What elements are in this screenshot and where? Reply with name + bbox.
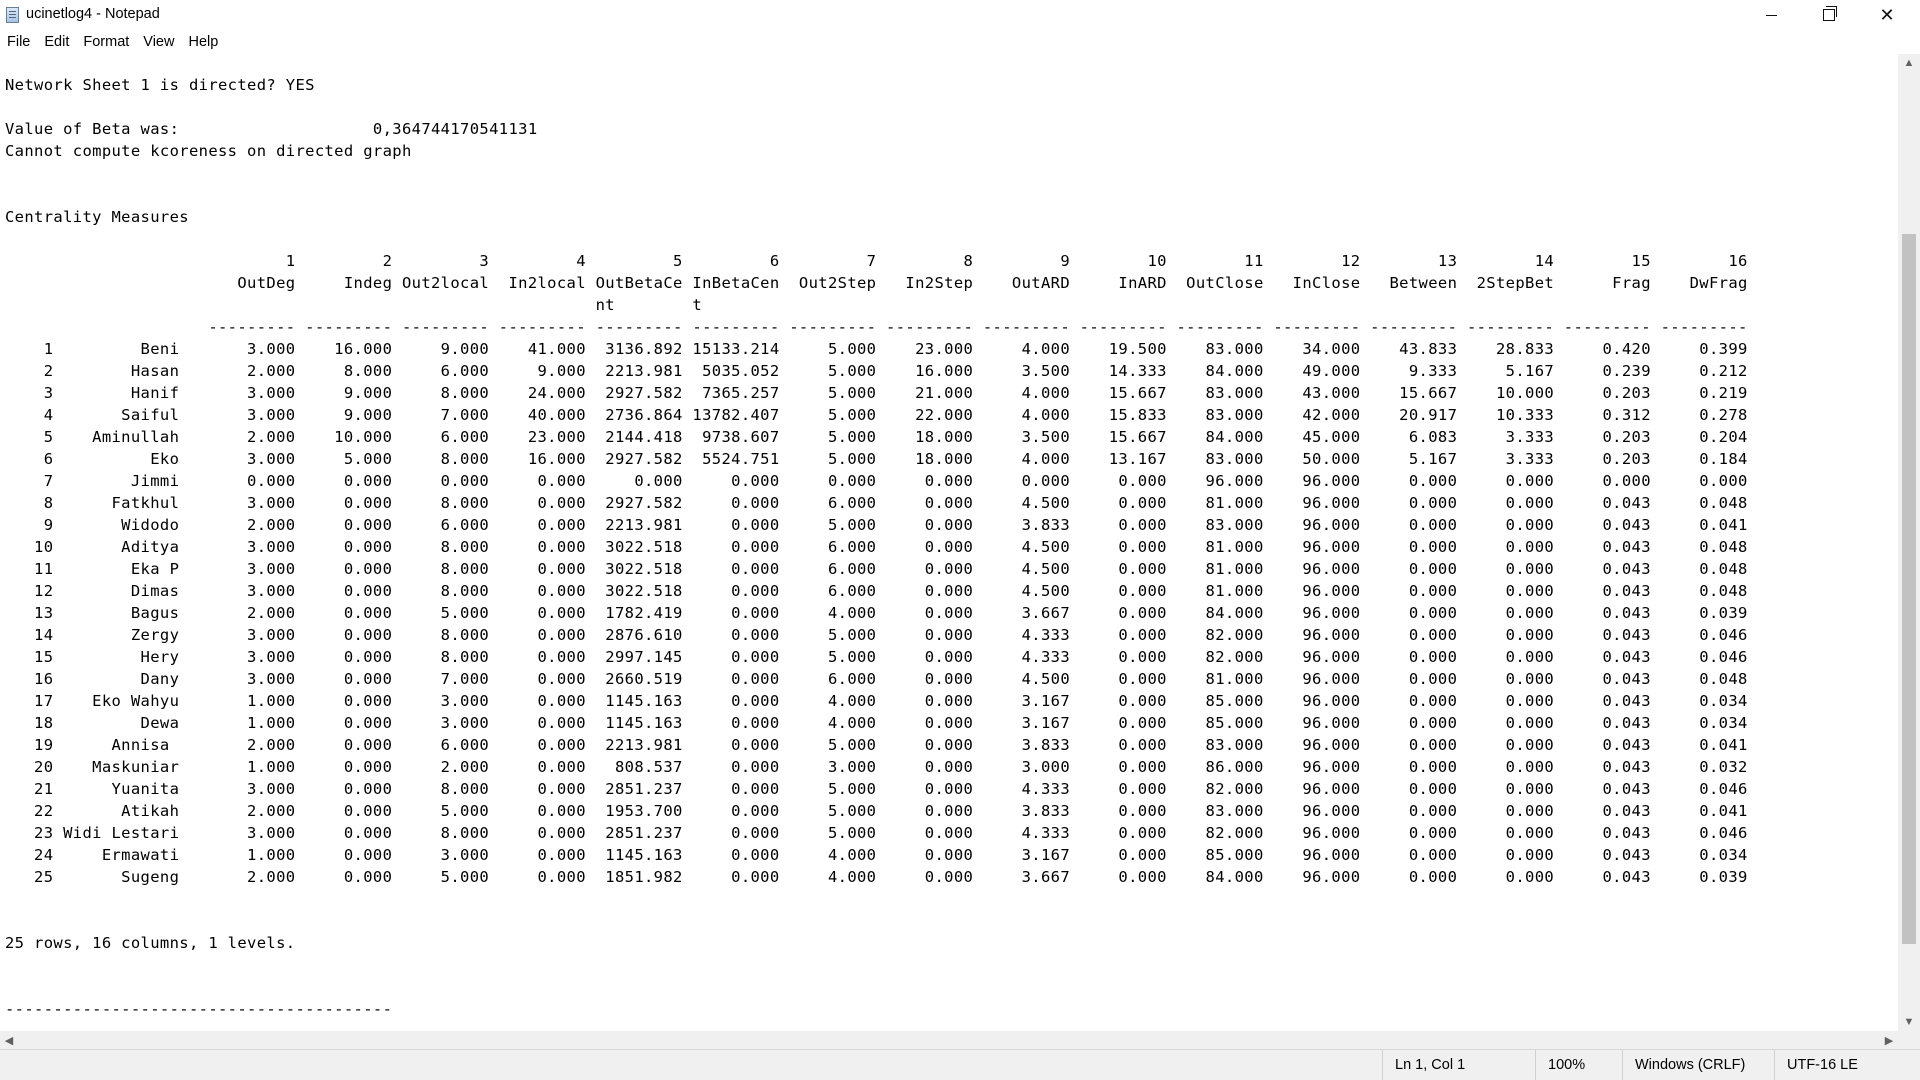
vertical-scrollbar[interactable]: ▲ ▼ bbox=[1898, 54, 1920, 1031]
cursor-position: Ln 1, Col 1 bbox=[1382, 1050, 1535, 1080]
close-button[interactable]: ✕ bbox=[1858, 0, 1916, 30]
menu-help[interactable]: Help bbox=[181, 30, 225, 54]
vertical-scroll-thumb[interactable] bbox=[1902, 234, 1916, 944]
title-bar: ucinetlog4 - Notepad ✕ bbox=[0, 0, 1920, 30]
maximize-button[interactable] bbox=[1800, 0, 1858, 30]
minimize-button[interactable] bbox=[1742, 0, 1800, 30]
notepad-app-icon bbox=[6, 7, 19, 23]
scroll-right-icon[interactable]: ▶ bbox=[1880, 1031, 1898, 1049]
menu-view[interactable]: View bbox=[136, 30, 181, 54]
status-bar: Ln 1, Col 1 100% Windows (CRLF) UTF-16 L… bbox=[0, 1049, 1920, 1080]
document-text[interactable]: Network Sheet 1 is directed? YES Value o… bbox=[5, 74, 1748, 1020]
zoom-level: 100% bbox=[1535, 1050, 1622, 1080]
menu-format[interactable]: Format bbox=[76, 30, 136, 54]
text-encoding: UTF-16 LE bbox=[1774, 1050, 1920, 1080]
menu-file[interactable]: File bbox=[0, 30, 37, 54]
scroll-up-icon[interactable]: ▲ bbox=[1898, 54, 1920, 72]
menu-bar: File Edit Format View Help bbox=[0, 30, 1920, 54]
minimize-icon bbox=[1765, 14, 1777, 16]
menu-edit[interactable]: Edit bbox=[37, 30, 76, 54]
line-ending: Windows (CRLF) bbox=[1622, 1050, 1774, 1080]
scroll-left-icon[interactable]: ◀ bbox=[0, 1031, 18, 1049]
close-icon: ✕ bbox=[1879, 5, 1895, 25]
horizontal-scrollbar[interactable]: ◀ ▶ bbox=[0, 1031, 1898, 1049]
text-editor-area[interactable]: Network Sheet 1 is directed? YES Value o… bbox=[0, 54, 1898, 1031]
notepad-window: ucinetlog4 - Notepad ✕ File Edit Format … bbox=[0, 0, 1920, 1080]
scrollbar-corner bbox=[1898, 1031, 1920, 1049]
window-title: ucinetlog4 - Notepad bbox=[26, 6, 160, 22]
maximize-icon bbox=[1823, 6, 1837, 21]
scroll-down-icon[interactable]: ▼ bbox=[1898, 1013, 1920, 1031]
